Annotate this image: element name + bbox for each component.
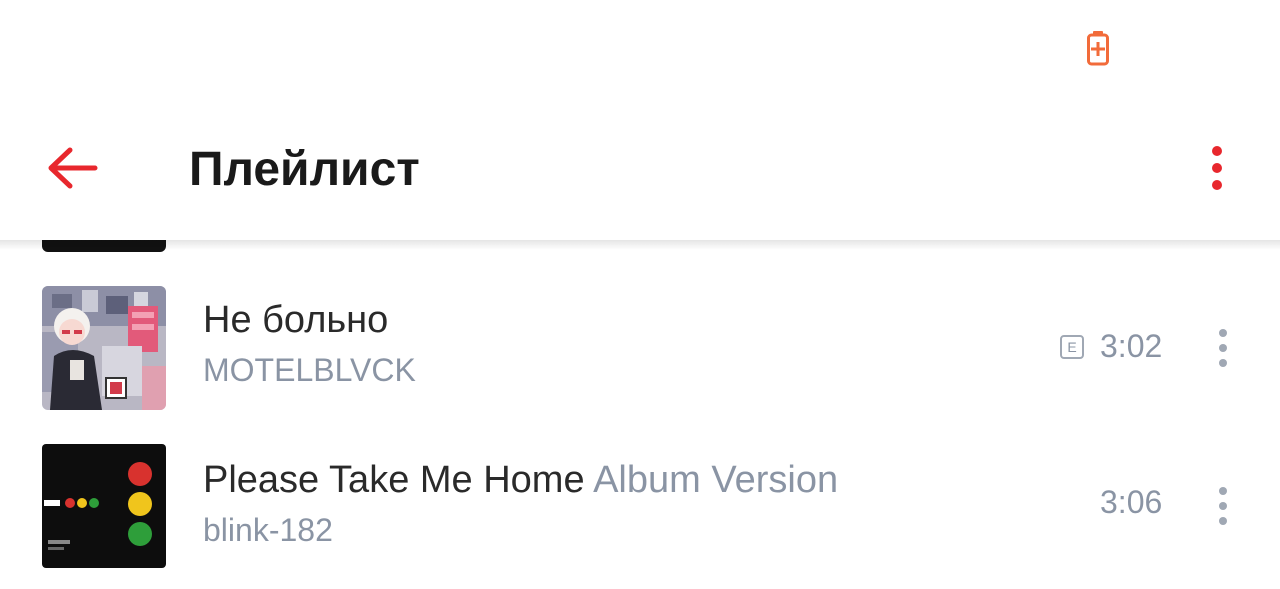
arrow-left-icon: [48, 147, 98, 189]
album-cover: [42, 444, 166, 568]
track-title-text: Не больно: [203, 299, 389, 341]
track-row[interactable]: Не больно MOTELBLVCK E 3:02: [0, 286, 1280, 426]
more-vertical-icon: [1212, 146, 1222, 190]
track-menu-button[interactable]: [1206, 476, 1240, 536]
toolbar-divider: [0, 240, 1280, 250]
album-cover: [42, 286, 166, 410]
album-cover-art: [42, 444, 166, 568]
more-vertical-icon: [1219, 487, 1227, 525]
track-row[interactable]: Please Take Me Home Album Version blink-…: [0, 444, 1280, 584]
battery-charging-icon: [1087, 31, 1109, 66]
toolbar: Плейлист: [0, 100, 1280, 240]
album-cover-art: [42, 286, 166, 410]
page-title: Плейлист: [189, 143, 420, 196]
track-menu-button[interactable]: [1206, 318, 1240, 378]
back-button[interactable]: [36, 136, 108, 200]
track-version: Album Version: [593, 459, 839, 501]
explicit-badge: E: [1060, 335, 1084, 359]
track-artist: MOTELBLVCK: [203, 352, 416, 388]
status-bar: [0, 0, 1280, 100]
track-duration: 3:02: [1100, 328, 1163, 364]
more-options-button[interactable]: [1192, 136, 1242, 200]
track-title: Не больно: [203, 299, 388, 342]
more-vertical-icon: [1219, 329, 1227, 367]
track-duration: 3:06: [1100, 484, 1163, 520]
track-title: Please Take Me Home Album Version: [203, 459, 838, 502]
playlist-screen: Не больно MOTELBLVCK E 3:02 Please Take …: [0, 0, 1280, 589]
track-title-text: Please Take Me Home: [203, 459, 585, 501]
track-artist: blink-182: [203, 512, 333, 548]
